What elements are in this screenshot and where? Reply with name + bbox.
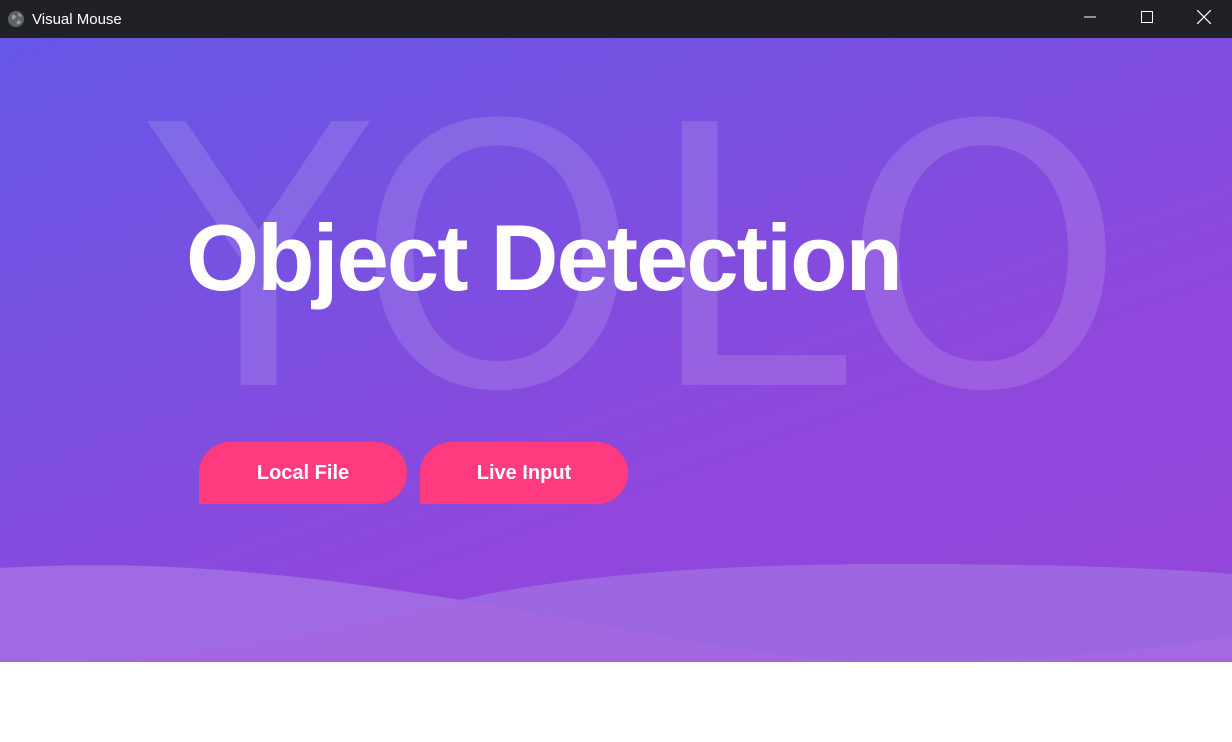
minimize-button[interactable] [1061, 0, 1118, 38]
window-title: Visual Mouse [32, 10, 122, 28]
maximize-button[interactable] [1118, 0, 1175, 38]
wave-decoration [0, 564, 1232, 742]
globe-icon [7, 10, 25, 28]
close-button[interactable] [1175, 0, 1232, 38]
window-controls [1061, 0, 1232, 38]
minimize-icon [1083, 10, 1096, 28]
maximize-icon [1140, 10, 1153, 28]
app-window: Visual Mouse YOLO Object Detection Local… [0, 0, 1232, 742]
close-icon [1196, 9, 1211, 29]
page-title: Object Detection [186, 205, 903, 310]
hero-section: YOLO Object Detection Local File Live In… [0, 38, 1232, 742]
local-file-button[interactable]: Local File [199, 442, 407, 504]
live-input-button[interactable]: Live Input [420, 442, 628, 504]
title-bar[interactable]: Visual Mouse [0, 0, 1232, 38]
